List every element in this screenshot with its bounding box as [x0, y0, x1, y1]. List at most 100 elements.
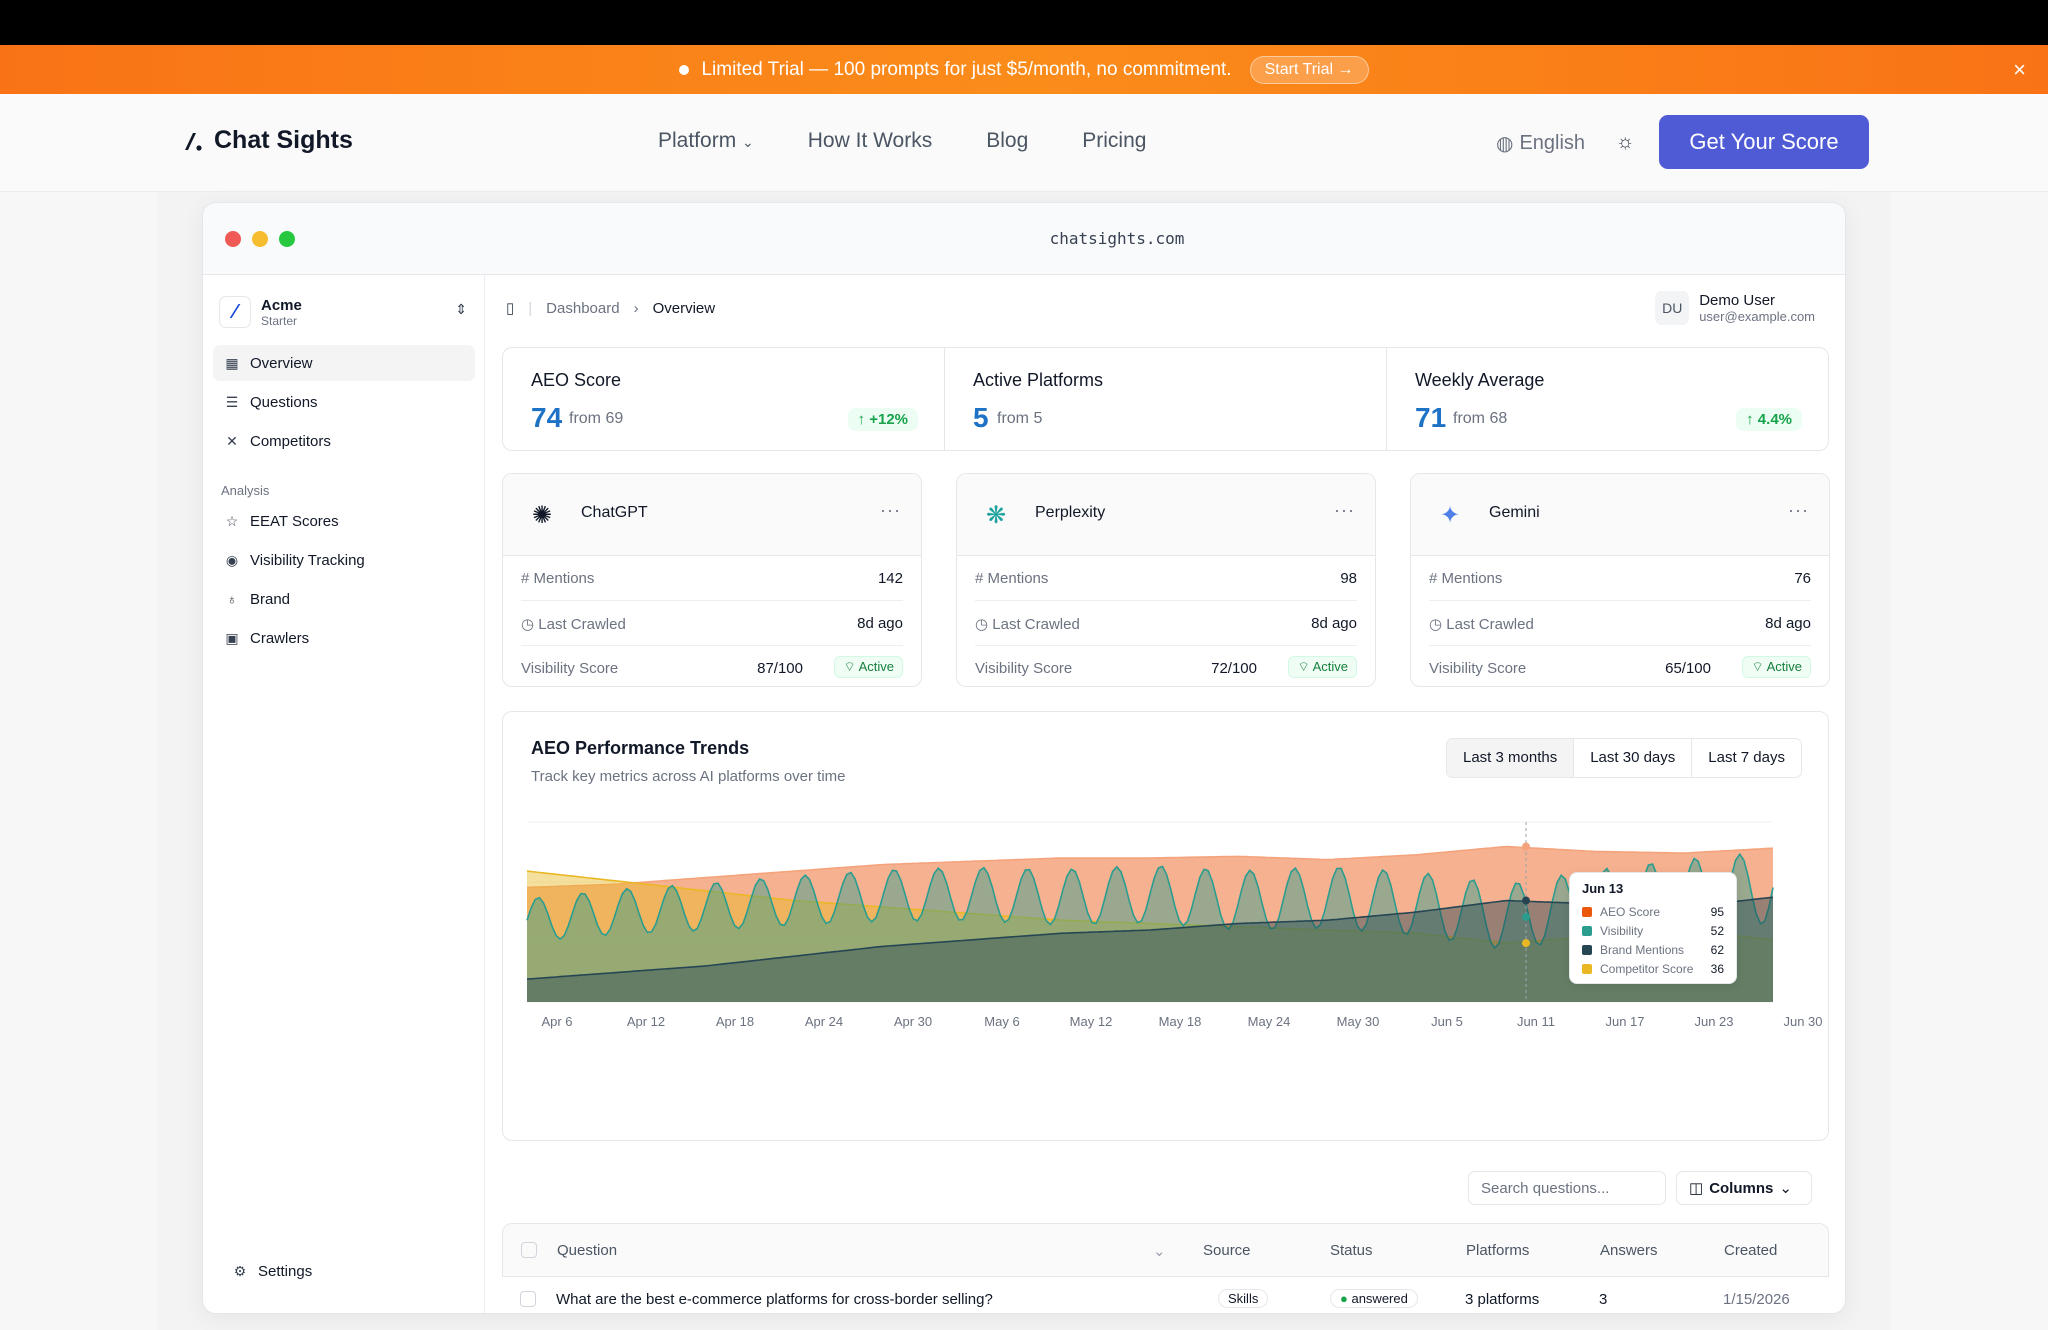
mentions-label: # Mentions: [975, 570, 1049, 587]
org-logo-icon: ⁄: [219, 296, 251, 328]
table-row[interactable]: What are the best e-commerce platforms f…: [502, 1277, 1829, 1313]
x-tick-label: Apr 18: [716, 1014, 754, 1029]
chevron-right-icon: ›: [633, 299, 639, 317]
clock-icon: ◷: [975, 616, 993, 633]
sidebar-item-overview[interactable]: ▦ Overview: [213, 345, 475, 381]
range-last-3-months[interactable]: Last 3 months: [1447, 739, 1574, 777]
last-crawled-value: 8d ago: [1765, 615, 1811, 632]
sidebar-group-label: Analysis: [221, 483, 270, 498]
status-badge: ⌔ Active: [834, 656, 903, 678]
platform-name: Perplexity: [1035, 504, 1106, 521]
sort-icon[interactable]: ⌄: [1153, 1242, 1166, 1260]
sidebar-item-visibility[interactable]: ◉ Visibility Tracking: [213, 542, 475, 578]
chevron-down-icon: ⌄: [742, 134, 754, 150]
col-created[interactable]: Created: [1724, 1242, 1777, 1259]
org-name: Acme: [261, 296, 302, 314]
chart-title: AEO Performance Trends: [531, 738, 750, 758]
x-tick-label: Apr 6: [541, 1014, 572, 1029]
range-last-7-days[interactable]: Last 7 days: [1691, 739, 1801, 777]
list-check-icon: ☰: [225, 393, 239, 410]
trend-badge: ↑ +12%: [847, 408, 918, 431]
last-crawled-value: 8d ago: [1311, 615, 1357, 632]
col-question[interactable]: Question: [557, 1242, 617, 1259]
user-menu[interactable]: DU Demo User user@example.com: [1655, 291, 1815, 325]
select-all-checkbox[interactable]: [521, 1242, 537, 1258]
gemini-icon: ✦: [1439, 501, 1461, 529]
wifi-icon: ⌔: [1297, 659, 1313, 674]
nav-pricing[interactable]: Pricing: [1082, 129, 1146, 153]
stat-value: 5: [973, 402, 989, 433]
sidebar-item-settings[interactable]: ⚙ Settings: [221, 1253, 483, 1289]
promo-banner: Limited Trial — 100 prompts for just $5/…: [0, 45, 2048, 94]
main-content: ▯ | Dashboard › Overview DU Demo User us…: [486, 275, 1845, 1313]
search-input[interactable]: Search questions...: [1468, 1171, 1666, 1205]
tooltip-row: AEO Score 95: [1582, 902, 1724, 921]
close-dot: [225, 231, 241, 247]
range-last-30-days[interactable]: Last 30 days: [1573, 739, 1691, 777]
globe-icon: ◍: [1496, 133, 1514, 155]
breadcrumb-dashboard[interactable]: Dashboard: [546, 300, 619, 317]
columns-icon: ◫: [1689, 1180, 1704, 1197]
org-switcher[interactable]: ⁄ Acme Starter ⇕: [219, 289, 471, 335]
breadcrumb: ▯ | Dashboard › Overview: [506, 299, 716, 318]
theme-toggle-sun-icon[interactable]: ☼: [1616, 131, 1634, 154]
chevron-down-icon: ⌄: [1779, 1180, 1792, 1197]
last-crawled-label: ◷ Last Crawled: [975, 616, 1080, 633]
col-status[interactable]: Status: [1330, 1242, 1373, 1259]
last-crawled-label: ◷ Last Crawled: [1429, 616, 1534, 633]
top-nav: Chat Sights Platform ⌄ How It Works Blog…: [0, 94, 2048, 192]
row-checkbox[interactable]: [520, 1291, 536, 1307]
swords-icon: ✕: [226, 432, 238, 449]
chart-subtitle: Track key metrics across AI platforms ov…: [531, 768, 846, 785]
col-answers[interactable]: Answers: [1600, 1242, 1658, 1259]
chart-tooltip: Jun 13 AEO Score 95 Visibility 52 Brand Me…: [1569, 872, 1737, 984]
chatgpt-icon: ✺: [531, 501, 553, 529]
source-badge: Skills: [1218, 1289, 1269, 1308]
sidebar-item-competitors[interactable]: ✕ Competitors: [213, 423, 475, 459]
more-icon[interactable]: ···: [1334, 500, 1355, 521]
url-bar[interactable]: chatsights.com: [309, 219, 1845, 259]
clock-icon: ◷: [1429, 616, 1447, 633]
nav-platform[interactable]: Platform ⌄: [658, 129, 754, 153]
perplexity-icon: ❋: [985, 501, 1007, 529]
row-answers: 3: [1599, 1291, 1608, 1308]
eye-icon: ◉: [225, 551, 239, 568]
stat-value: 71: [1415, 402, 1447, 433]
row-question: What are the best e-commerce platforms f…: [556, 1291, 993, 1308]
get-your-score-button[interactable]: Get Your Score: [1659, 115, 1869, 169]
more-icon[interactable]: ···: [880, 500, 901, 521]
columns-button[interactable]: ◫ Columns ⌄: [1676, 1171, 1812, 1205]
close-icon[interactable]: ×: [2013, 57, 2026, 83]
nav-how-it-works[interactable]: How It Works: [808, 129, 932, 153]
user-name: Demo User: [1699, 292, 1776, 309]
more-icon[interactable]: ···: [1788, 500, 1809, 521]
org-plan: Starter: [261, 313, 298, 328]
col-platforms[interactable]: Platforms: [1466, 1242, 1529, 1259]
sidebar-item-eeat[interactable]: ☆ EEAT Scores: [213, 503, 475, 539]
row-created: 1/15/2026: [1723, 1291, 1790, 1308]
brand-logo[interactable]: Chat Sights: [182, 126, 353, 155]
nav-blog[interactable]: Blog: [986, 129, 1028, 153]
language-selector[interactable]: ◍ English: [1496, 131, 1585, 156]
browser-window: chatsights.com ⁄ Acme Starter ⇕ ▦ Overvie…: [202, 202, 1846, 1314]
mentions-label: # Mentions: [521, 570, 595, 587]
platform-name: Gemini: [1489, 504, 1540, 521]
sidebar-item-questions[interactable]: ☰ Questions: [213, 384, 475, 420]
stat-weekly-average: Weekly Average 71 from 68 ↑ 4.4%: [1387, 348, 1828, 450]
brand-name: Chat Sights: [214, 126, 353, 154]
x-tick-label: Jun 5: [1431, 1014, 1463, 1029]
logo-mark-icon: [185, 132, 202, 151]
aeo-trends-card: AEO Performance Trends Track key metrics…: [502, 711, 1829, 1141]
sidebar-item-brand[interactable]: ♁ Brand: [213, 581, 475, 617]
hover-point: [1522, 939, 1530, 948]
table-header: Question ⌄ Source Status Platforms Answe…: [502, 1223, 1829, 1277]
col-source[interactable]: Source: [1203, 1242, 1251, 1259]
x-tick-label: Jun 11: [1517, 1014, 1555, 1029]
last-crawled-value: 8d ago: [857, 615, 903, 632]
sidebar-item-crawlers[interactable]: ▣ Crawlers: [213, 620, 475, 656]
start-trial-button[interactable]: Start Trial →: [1249, 55, 1369, 84]
x-tick-label: Apr 24: [805, 1014, 843, 1029]
mentions-label: # Mentions: [1429, 570, 1503, 587]
mentions-value: 142: [877, 570, 903, 587]
sidebar-toggle-icon[interactable]: ▯: [506, 299, 514, 317]
